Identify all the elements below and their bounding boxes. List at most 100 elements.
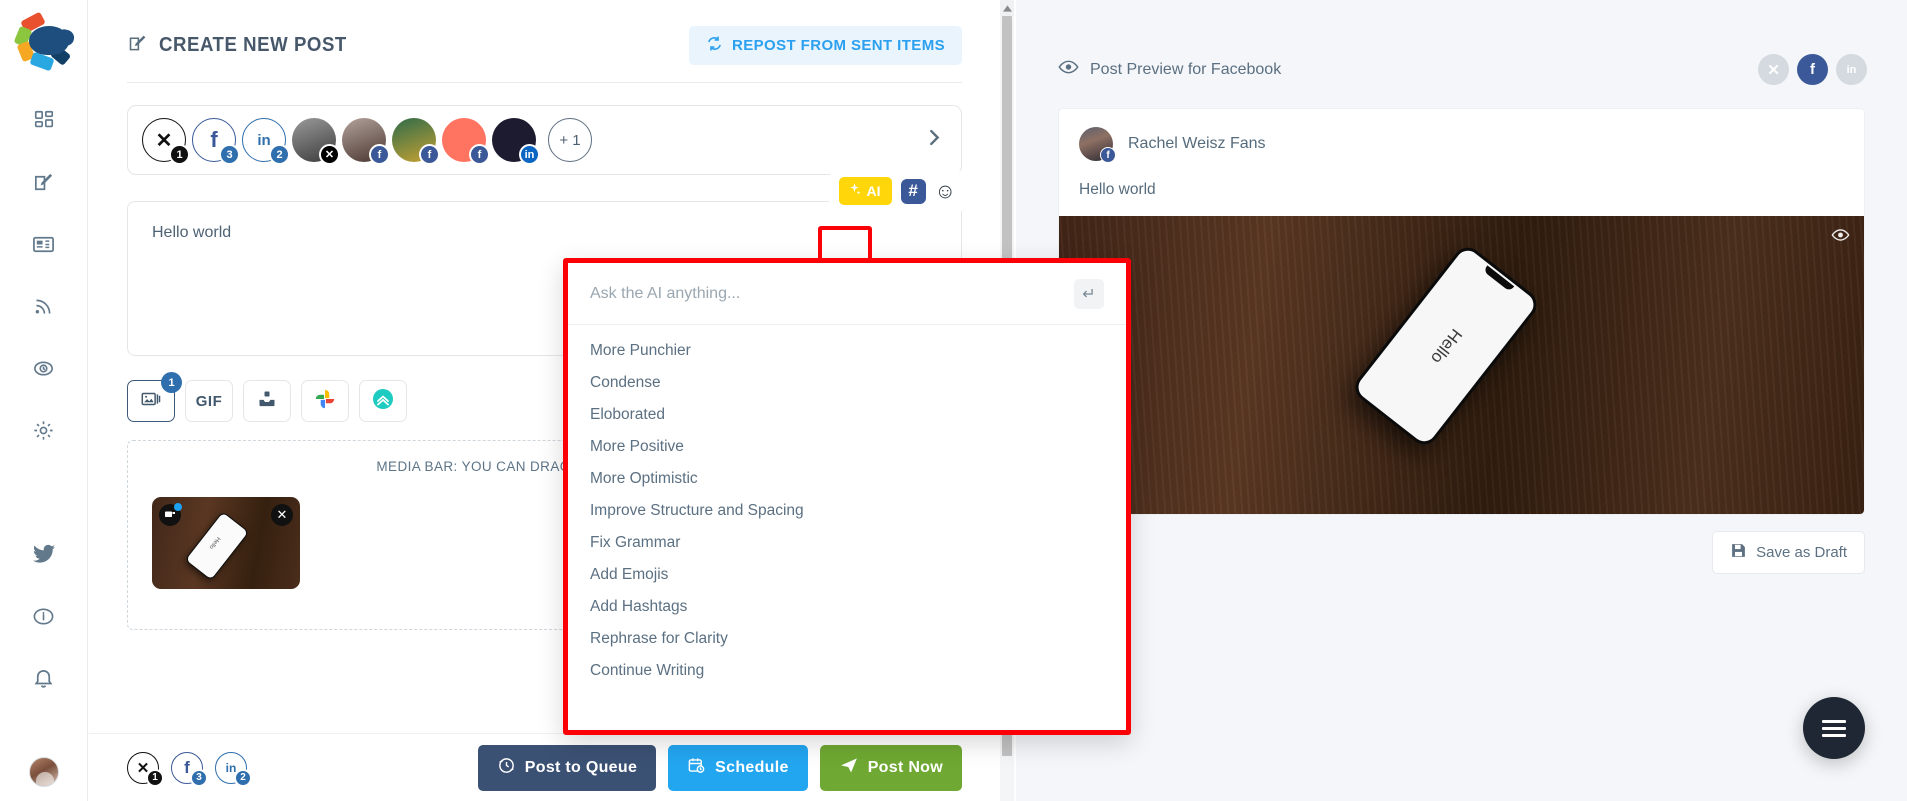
ai-option-more-positive[interactable]: More Positive	[568, 431, 1126, 463]
sidebar-nav	[0, 100, 87, 698]
preview-post-text: Hello world	[1079, 181, 1156, 198]
preview-toggle-linkedin[interactable]: in	[1836, 54, 1867, 85]
preview-image-visibility-button[interactable]	[1831, 228, 1850, 247]
thumbnail-edit-button[interactable]	[159, 503, 182, 526]
upload-tray-icon	[257, 389, 277, 414]
more-accounts-button[interactable]: + 1	[548, 118, 592, 162]
page-title: CREATE NEW POST	[127, 33, 361, 59]
social-x[interactable]: ✕ 1	[127, 751, 164, 787]
repost-from-sent-items-button[interactable]: REPOST FROM SENT ITEMS	[689, 26, 962, 65]
sidebar-item-queue[interactable]	[24, 348, 64, 388]
save-as-draft-button[interactable]: Save as Draft	[1712, 531, 1865, 574]
hashtag-icon: #	[908, 181, 918, 200]
media-thumbnail[interactable]: Hello ✕	[152, 497, 300, 589]
ai-option-rephrase-for-clarity[interactable]: Rephrase for Clarity	[568, 623, 1126, 655]
emoji-button[interactable]: ☺	[935, 181, 956, 202]
preview-toggle-facebook[interactable]: f	[1797, 54, 1828, 85]
account-x[interactable]: ✕ 1	[142, 118, 190, 165]
ai-option-more-optimistic[interactable]: More Optimistic	[568, 463, 1126, 495]
ai-option-add-emojis[interactable]: Add Emojis	[568, 559, 1126, 591]
sidebar-item-twitter[interactable]	[24, 534, 64, 574]
preview-post-image: Hello	[1059, 216, 1864, 514]
preview-phone-text: Hello	[1427, 324, 1466, 368]
preview-platform-toggles: ✕ f in	[1758, 54, 1867, 85]
paper-plane-icon	[839, 755, 859, 780]
newspaper-icon	[32, 233, 55, 256]
media-tool-image[interactable]: 1	[127, 372, 182, 422]
media-tool-gif[interactable]: GIF	[185, 380, 233, 422]
account-avatar-4[interactable]: f	[442, 118, 490, 165]
new-indicator-dot	[174, 503, 182, 511]
refresh-cycle-icon	[706, 35, 723, 56]
sidebar-footer	[28, 757, 59, 787]
social-linkedin[interactable]: in 2	[215, 751, 252, 787]
media-count-badge: 1	[161, 372, 182, 393]
preview-column: Post Preview for Facebook ✕ f in f Rache…	[1016, 0, 1907, 801]
thumbnail-remove-button[interactable]: ✕	[271, 504, 293, 526]
preview-toggle-x[interactable]: ✕	[1758, 54, 1789, 85]
page-title-text: CREATE NEW POST	[159, 34, 347, 56]
bell-icon	[32, 667, 55, 690]
ai-option-eloborated[interactable]: Eloborated	[568, 399, 1126, 431]
account-avatar-1[interactable]: ✕	[292, 118, 340, 165]
platform-badge-facebook: f	[369, 144, 390, 165]
hashtag-button[interactable]: #	[900, 178, 926, 204]
social-count-badge: 3	[190, 768, 208, 787]
account-avatar-3[interactable]: f	[392, 118, 440, 165]
accounts-strip: ✕ 1 f 3 in 2 ✕ f f f in + 1	[142, 118, 592, 165]
sidebar-item-dashboard[interactable]	[24, 100, 64, 140]
save-as-draft-label: Save as Draft	[1756, 544, 1847, 561]
app-logo[interactable]	[13, 11, 72, 72]
post-now-label: Post Now	[867, 758, 943, 776]
post-now-button[interactable]: Post Now	[819, 744, 962, 791]
composer-header: CREATE NEW POST REPOST FROM SENT ITEMS	[127, 26, 962, 65]
ai-prompt-input[interactable]	[590, 284, 1074, 303]
media-tool-cloud-upload[interactable]	[359, 380, 407, 422]
accounts-next-button[interactable]	[923, 127, 945, 154]
close-icon: ✕	[276, 507, 288, 522]
media-tool-upload[interactable]	[243, 380, 291, 422]
info-circle-icon	[32, 605, 55, 628]
account-avatar-2[interactable]: f	[342, 118, 390, 165]
user-avatar[interactable]	[28, 757, 59, 787]
account-badge: 3	[219, 144, 240, 165]
ai-prompt-row: ↵	[568, 263, 1126, 325]
account-facebook[interactable]: f 3	[192, 118, 240, 165]
ai-submit-button[interactable]: ↵	[1074, 278, 1104, 309]
platform-badge-linkedin: in	[519, 144, 540, 165]
calendar-clock-icon	[687, 756, 706, 780]
sparkle-icon	[847, 182, 862, 200]
ai-option-add-hashtags[interactable]: Add Hashtags	[568, 591, 1126, 623]
ai-option-fix-grammar[interactable]: Fix Grammar	[568, 527, 1126, 559]
thumbnail-phone: Hello	[184, 511, 250, 581]
sidebar-item-content[interactable]	[24, 224, 64, 264]
ai-assist-button[interactable]: AI	[838, 177, 892, 205]
image-stack-icon	[140, 388, 162, 415]
ai-option-more-punchier[interactable]: More Punchier	[568, 335, 1126, 367]
edit-square-icon	[32, 171, 55, 194]
gif-label: GIF	[195, 392, 223, 410]
composer-actions: Post to Queue Schedule Post Now	[477, 744, 962, 791]
selected-socials: ✕ 1 f 3 in 2	[127, 751, 252, 787]
teal-up-arrow-icon	[371, 387, 395, 416]
ai-option-improve-structure-and-spacing[interactable]: Improve Structure and Spacing	[568, 495, 1126, 527]
ai-option-condense[interactable]: Condense	[568, 367, 1126, 399]
social-facebook[interactable]: f 3	[171, 751, 208, 787]
sidebar-item-compose[interactable]	[24, 162, 64, 202]
sidebar-item-notifications[interactable]	[24, 658, 64, 698]
google-photos-icon	[314, 388, 336, 415]
post-to-queue-button[interactable]: Post to Queue	[477, 744, 657, 791]
schedule-button[interactable]: Schedule	[668, 744, 808, 791]
sidebar-item-feeds[interactable]	[24, 286, 64, 326]
editor-content[interactable]: Hello world	[152, 224, 937, 242]
sidebar-item-settings[interactable]	[24, 410, 64, 450]
sidebar-item-info[interactable]	[24, 596, 64, 636]
edit-square-icon	[127, 33, 148, 59]
account-avatar-5[interactable]: in	[492, 118, 540, 165]
account-badge: 1	[169, 144, 190, 165]
scroll-up-arrow-icon[interactable]	[1000, 0, 1014, 16]
ai-option-continue-writing[interactable]: Continue Writing	[568, 655, 1126, 687]
menu-fab-button[interactable]	[1803, 697, 1865, 759]
account-linkedin[interactable]: in 2	[242, 118, 290, 165]
media-tool-google-photos[interactable]	[301, 380, 349, 422]
